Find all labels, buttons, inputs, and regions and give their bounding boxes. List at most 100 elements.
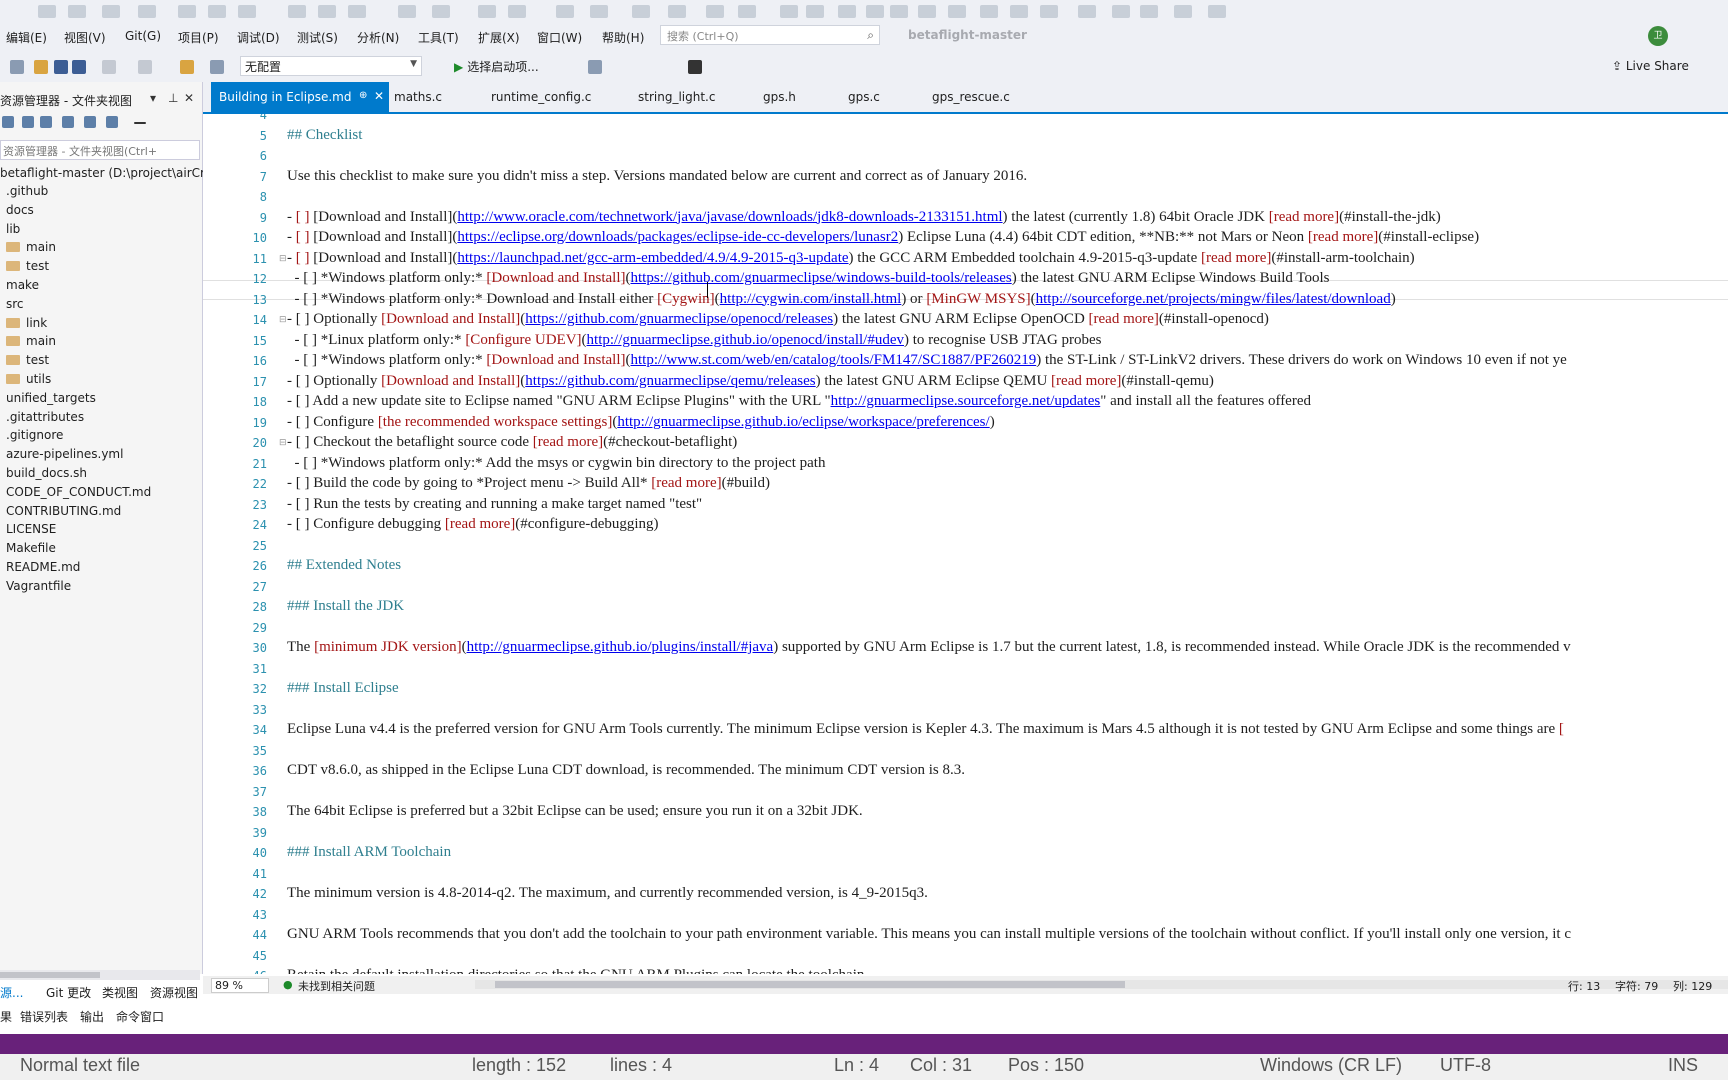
fold-toggle-icon[interactable]: ⊟ [279, 254, 287, 264]
menu-tools[interactable]: 工具(T) [418, 29, 459, 46]
toolbar-icon-17[interactable] [668, 5, 686, 18]
toolbar-icon-26[interactable] [948, 5, 966, 18]
refresh-icon[interactable] [62, 116, 74, 128]
toolbar-icon-16[interactable] [632, 5, 650, 18]
toolbar-icon-14[interactable] [556, 5, 574, 18]
toolbar-icon-1[interactable] [68, 5, 86, 18]
live-share-button[interactable]: ⇪ Live Share [1612, 59, 1689, 73]
tree-item[interactable]: Vagrantfile [6, 579, 71, 597]
toolbar-icon-33[interactable] [1174, 5, 1192, 18]
toolbar-icon-30[interactable] [1078, 5, 1096, 18]
toolbar-icon-28[interactable] [1010, 5, 1028, 18]
tab-resource-view[interactable]: 资源视图 [150, 984, 198, 1001]
tree-item[interactable]: utils [6, 372, 51, 390]
tab-building-in-eclipse[interactable]: Building in Eclipse.md ⊕ ✕ [211, 82, 389, 112]
toolbar-icon-0[interactable] [38, 5, 56, 18]
issues-status[interactable]: 未找到相关问题 [298, 978, 375, 994]
tree-item[interactable]: link [6, 316, 47, 334]
tree-item[interactable]: make [6, 278, 39, 296]
toolbar-icon-23[interactable] [866, 5, 884, 18]
menu-git[interactable]: Git(G) [125, 29, 161, 43]
start-debug-button[interactable]: ▶ 选择启动项... [454, 58, 539, 75]
tab-git-changes[interactable]: Git 更改 [46, 984, 91, 1001]
collapse-all-icon[interactable] [84, 116, 96, 128]
zoom-dropdown[interactable]: 89 % [211, 978, 269, 993]
toolbar-icon-2[interactable] [102, 5, 120, 18]
tab-string-light-c[interactable]: string_light.c [638, 90, 715, 104]
tab-gps-c[interactable]: gps.c [848, 90, 880, 104]
tree-item[interactable]: unified_targets [6, 391, 96, 409]
tree-item[interactable]: main [6, 334, 56, 352]
toolbar-icon-27[interactable] [980, 5, 998, 18]
explorer-search-input[interactable]: 资源管理器 - 文件夹视图(Ctrl+ [0, 140, 200, 160]
toolbar-icon-22[interactable] [838, 5, 856, 18]
editor-horizontal-scrollbar[interactable] [475, 980, 1728, 989]
open-folder-icon[interactable] [34, 60, 48, 74]
toolbar-icon-13[interactable] [508, 5, 526, 18]
search-input[interactable]: 搜索 (Ctrl+Q) ⌕ [660, 25, 880, 45]
save-icon[interactable] [54, 60, 68, 74]
tree-item[interactable]: build_docs.sh [6, 466, 87, 484]
explorer-horizontal-scrollbar[interactable] [0, 970, 200, 980]
menu-debug[interactable]: 调试(D) [237, 29, 280, 46]
chevron-down-icon[interactable]: ▾ [150, 91, 156, 105]
menu-test[interactable]: 测试(S) [297, 29, 338, 46]
toolbar-icon-25[interactable] [918, 5, 936, 18]
toolbar-icon-29[interactable] [1040, 5, 1058, 18]
toolbar-icon-31[interactable] [1112, 5, 1130, 18]
menu-view[interactable]: 视图(V) [64, 29, 106, 46]
minus-icon[interactable] [134, 122, 146, 124]
bookmark-icon[interactable] [688, 60, 702, 74]
tree-item[interactable]: test [6, 353, 49, 371]
configuration-dropdown[interactable]: 无配置 ▼ [240, 56, 422, 76]
menu-project[interactable]: 项目(P) [178, 29, 219, 46]
toolbar-icon-7[interactable] [288, 5, 306, 18]
scrollbar-thumb[interactable] [0, 972, 100, 978]
save-all-icon[interactable] [72, 60, 86, 74]
close-icon[interactable]: ✕ [374, 89, 384, 103]
show-all-files-icon[interactable] [106, 116, 118, 128]
toolbar-icon-10[interactable] [398, 5, 416, 18]
toolbar-icon-6[interactable] [238, 5, 256, 18]
toolbar-icon-21[interactable] [806, 5, 824, 18]
tree-item[interactable]: Makefile [6, 541, 56, 559]
tree-item[interactable]: test [6, 259, 49, 277]
sync-icon[interactable] [40, 116, 52, 128]
tab-error-list[interactable]: 错误列表 [20, 1008, 68, 1025]
tab-results[interactable]: 果 [0, 1008, 12, 1025]
tab-command-window[interactable]: 命令窗口 [116, 1008, 164, 1025]
toolbar-icon-24[interactable] [890, 5, 908, 18]
switch-view-icon[interactable] [22, 116, 34, 128]
toolbar-icon-18[interactable] [706, 5, 724, 18]
fold-toggle-icon[interactable]: ⊟ [279, 315, 287, 325]
tab-output[interactable]: 输出 [80, 1008, 104, 1025]
tab-class-view[interactable]: 类视图 [102, 984, 138, 1001]
toolbar-icon-9[interactable] [348, 5, 366, 18]
close-icon[interactable]: ✕ [184, 91, 194, 105]
menu-edit[interactable]: 编辑(E) [6, 29, 47, 46]
pin-icon[interactable]: ⊥ [168, 91, 178, 105]
tree-item[interactable]: CONTRIBUTING.md [6, 504, 121, 522]
tree-item[interactable]: src [6, 297, 24, 315]
pin-icon[interactable]: ⊕ [359, 90, 367, 101]
tree-item[interactable]: .gitignore [6, 428, 63, 446]
toolbar-icon-4[interactable] [178, 5, 196, 18]
screenshot-icon[interactable] [210, 60, 224, 74]
toolbar-icon-3[interactable] [138, 5, 156, 18]
find-in-files-icon[interactable] [180, 60, 194, 74]
fold-toggle-icon[interactable]: ⊟ [279, 438, 287, 448]
tree-root[interactable]: betaflight-master (D:\project\airCraft [0, 166, 221, 184]
toolbar-icon-19[interactable] [738, 5, 756, 18]
tab-runtime-config-c[interactable]: runtime_config.c [491, 90, 591, 104]
tree-item[interactable]: lib [6, 222, 20, 240]
toolbar-icon-5[interactable] [208, 5, 226, 18]
new-icon[interactable] [10, 60, 24, 74]
avatar[interactable]: 卫 [1648, 26, 1668, 46]
toolbar-icon-8[interactable] [318, 5, 336, 18]
tree-item[interactable]: README.md [6, 560, 80, 578]
redo-icon[interactable] [138, 60, 152, 74]
toolbar-icon-34[interactable] [1208, 5, 1226, 18]
toolbar-icon-11[interactable] [432, 5, 450, 18]
toolbar-icon-12[interactable] [478, 5, 496, 18]
scrollbar-thumb[interactable] [495, 981, 1125, 988]
